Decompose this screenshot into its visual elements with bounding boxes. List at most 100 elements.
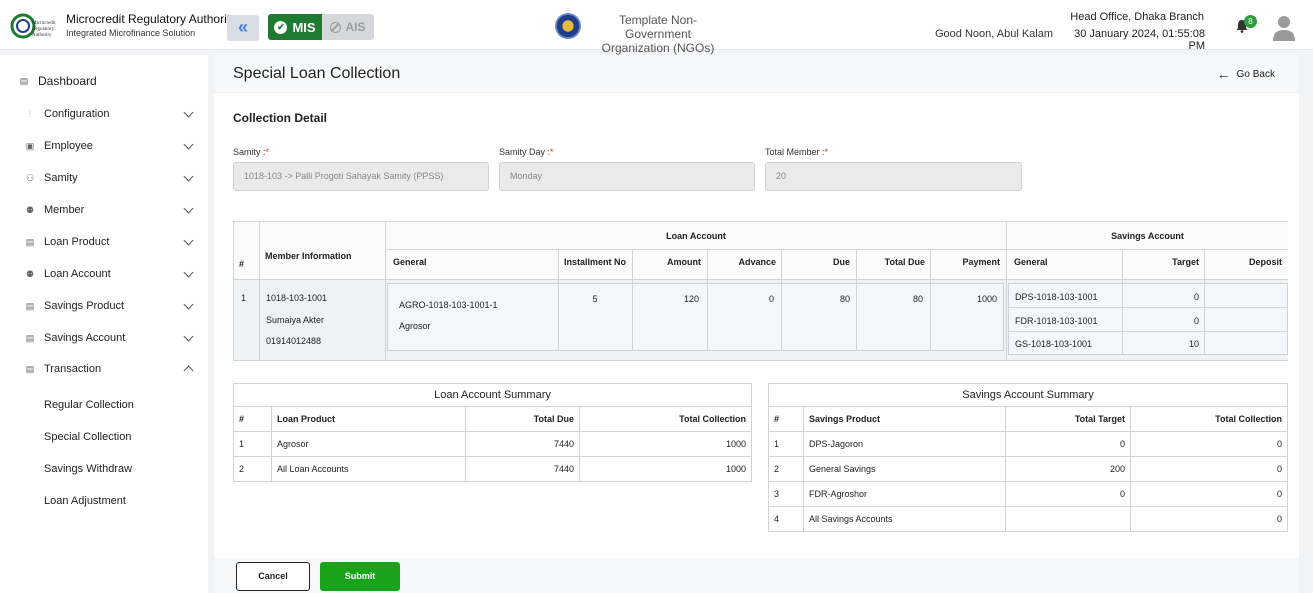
grid-line xyxy=(259,221,260,361)
table-row: 3 FDR-Agroshor 0 0 xyxy=(768,481,1288,507)
sidebar-subitem-savings-withdraw[interactable]: Savings Withdraw xyxy=(44,463,132,475)
savings-target: 0 xyxy=(1193,292,1199,302)
cell-product: DPS-Jagoron xyxy=(803,431,1006,457)
table-row: 2 All Loan Accounts 7440 1000 xyxy=(233,456,752,482)
total-member-field[interactable]: 20 xyxy=(765,162,1022,191)
total-member-label: Total Member :* xyxy=(765,147,828,157)
row-number: 1 xyxy=(241,293,247,303)
total-due: 80 xyxy=(912,294,923,304)
chevron-down-icon xyxy=(183,107,194,118)
table-header-bg xyxy=(233,221,1288,279)
sidebar-subitem-loan-adjustment[interactable]: Loan Adjustment xyxy=(44,495,126,507)
cancel-button[interactable]: Cancel xyxy=(236,562,310,591)
main-content: Special Loan Collection ← Go Back Collec… xyxy=(214,55,1299,593)
cell-total-target: 0 xyxy=(1005,431,1131,457)
sidebar-item-savings-product[interactable]: ▤ Savings Product xyxy=(24,297,198,315)
samity-label: Samity :* xyxy=(233,147,269,157)
grid-line xyxy=(385,221,386,361)
sliders-icon: ⫶ xyxy=(28,109,32,119)
user-avatar-icon[interactable] xyxy=(1272,14,1296,42)
document-icon: ▤ xyxy=(25,301,35,311)
cell-no: 2 xyxy=(768,456,804,482)
sidebar-item-dashboard[interactable]: ▤ Dashboard xyxy=(18,72,198,90)
loan-code: AGRO-1018-103-1001-1 xyxy=(399,300,498,310)
cell-no: 1 xyxy=(233,431,272,457)
org-subtitle: Integrated Microfinance Solution xyxy=(66,28,196,38)
sidebar-item-transaction[interactable]: ▤ Transaction xyxy=(24,360,198,378)
sidebar-item-label: Dashboard xyxy=(38,74,97,88)
cell-product: All Savings Accounts xyxy=(803,506,1006,532)
grid-line xyxy=(1006,221,1007,361)
ais-toggle-button[interactable]: AIS xyxy=(322,14,374,40)
chevron-down-icon xyxy=(183,331,194,342)
go-back-label: Go Back xyxy=(1236,68,1275,80)
sidebar-item-member[interactable]: ⚉ Member xyxy=(24,201,198,219)
cell-no: 2 xyxy=(233,456,272,482)
samity-day-label-text: Samity Day : xyxy=(499,147,551,157)
collection-table: # Member Information Loan Account Saving… xyxy=(233,221,1288,361)
collapse-sidebar-button[interactable]: « xyxy=(227,15,259,41)
chevron-down-icon xyxy=(183,203,194,214)
savings-general: GS-1018-103-1001 xyxy=(1015,339,1093,349)
payment-input[interactable]: 1000 xyxy=(931,294,997,304)
check-circle-icon: ✔ xyxy=(274,20,288,34)
col-header-amount: Amount xyxy=(667,257,701,267)
sidebar-item-configuration[interactable]: ⫶ Configuration xyxy=(24,105,198,123)
top-header: Microcredit Regulatory Authority Microcr… xyxy=(0,0,1313,55)
mis-toggle-button[interactable]: ✔ MIS xyxy=(268,14,322,40)
notification-badge: 8 xyxy=(1244,15,1257,28)
sidebar-item-label: Loan Product xyxy=(44,236,110,248)
sidebar-item-label: Loan Account xyxy=(44,268,111,280)
sidebar-subitem-regular-collection[interactable]: Regular Collection xyxy=(44,399,134,411)
sidebar-item-loan-account[interactable]: ⚉ Loan Account xyxy=(24,265,198,283)
chevron-down-icon xyxy=(183,139,194,150)
cell-total-collection: 1000 xyxy=(579,456,752,482)
cell-total-due: 7440 xyxy=(465,456,580,482)
cell-product: All Loan Accounts xyxy=(271,456,466,482)
sidebar-item-savings-account[interactable]: ▤ Savings Account xyxy=(24,329,198,347)
title-bar: Special Loan Collection ← Go Back xyxy=(214,55,1299,93)
cell-total-target xyxy=(1005,506,1131,532)
loan-product: Agrosor xyxy=(399,321,431,331)
required-mark: * xyxy=(824,147,829,157)
chevron-up-icon xyxy=(183,365,194,376)
cell-total-collection: 0 xyxy=(1130,456,1288,482)
col-header-savings-product: Savings Product xyxy=(803,406,1006,432)
sidebar-item-samity[interactable]: ⚇ Samity xyxy=(24,169,198,187)
mis-label: MIS xyxy=(292,19,316,35)
grid-line xyxy=(1009,307,1287,308)
cell-total-collection: 0 xyxy=(1130,481,1288,507)
grid-line xyxy=(233,221,234,361)
cell-no: 4 xyxy=(768,506,804,532)
chevron-down-icon xyxy=(183,299,194,310)
ngo-name: Template Non-Government Organization (NG… xyxy=(601,13,715,55)
table-row: 4 All Savings Accounts 0 xyxy=(768,506,1288,532)
col-header-savings-account: Savings Account xyxy=(1111,231,1184,241)
go-back-link[interactable]: ← Go Back xyxy=(1217,66,1275,82)
cell-total-due: 7440 xyxy=(465,431,580,457)
savings-summary-caption: Savings Account Summary xyxy=(768,383,1288,407)
member-phone: 01914012488 xyxy=(266,336,322,346)
sidebar-item-loan-product[interactable]: ▤ Loan Product xyxy=(24,233,198,251)
cell-product: Agrosor xyxy=(271,431,466,457)
amount: 120 xyxy=(683,294,699,304)
sidebar-subitem-special-collection[interactable]: Special Collection xyxy=(44,431,131,443)
branch-name: Head Office, Dhaka Branch xyxy=(1070,11,1204,23)
submit-button[interactable]: Submit xyxy=(320,562,400,591)
cell-total-collection: 1000 xyxy=(579,431,752,457)
cell-total-target: 0 xyxy=(1005,481,1131,507)
svg-text:Authority: Authority xyxy=(32,33,52,38)
cell-total-collection: 0 xyxy=(1130,431,1288,457)
sidebar-item-employee[interactable]: ▣ Employee xyxy=(24,137,198,155)
col-header-payment: Payment xyxy=(962,257,1000,267)
sidebar: ▤ Dashboard ⫶ Configuration ▣ Employee ⚇… xyxy=(0,55,208,593)
col-header-advance: Advance xyxy=(738,257,776,267)
grid-line xyxy=(386,249,1288,250)
svg-text:Microcredit: Microcredit xyxy=(32,21,56,26)
users-icon: ⚉ xyxy=(25,269,35,279)
samity-day-field[interactable]: Monday xyxy=(499,162,755,191)
document-icon: ▤ xyxy=(19,76,29,86)
samity-field[interactable]: 1018-103 -> Palli Progoti Sahayak Samity… xyxy=(233,162,489,191)
greeting-text: Good Noon, Abul Kalam xyxy=(935,28,1054,40)
cell-total-collection: 0 xyxy=(1130,506,1288,532)
